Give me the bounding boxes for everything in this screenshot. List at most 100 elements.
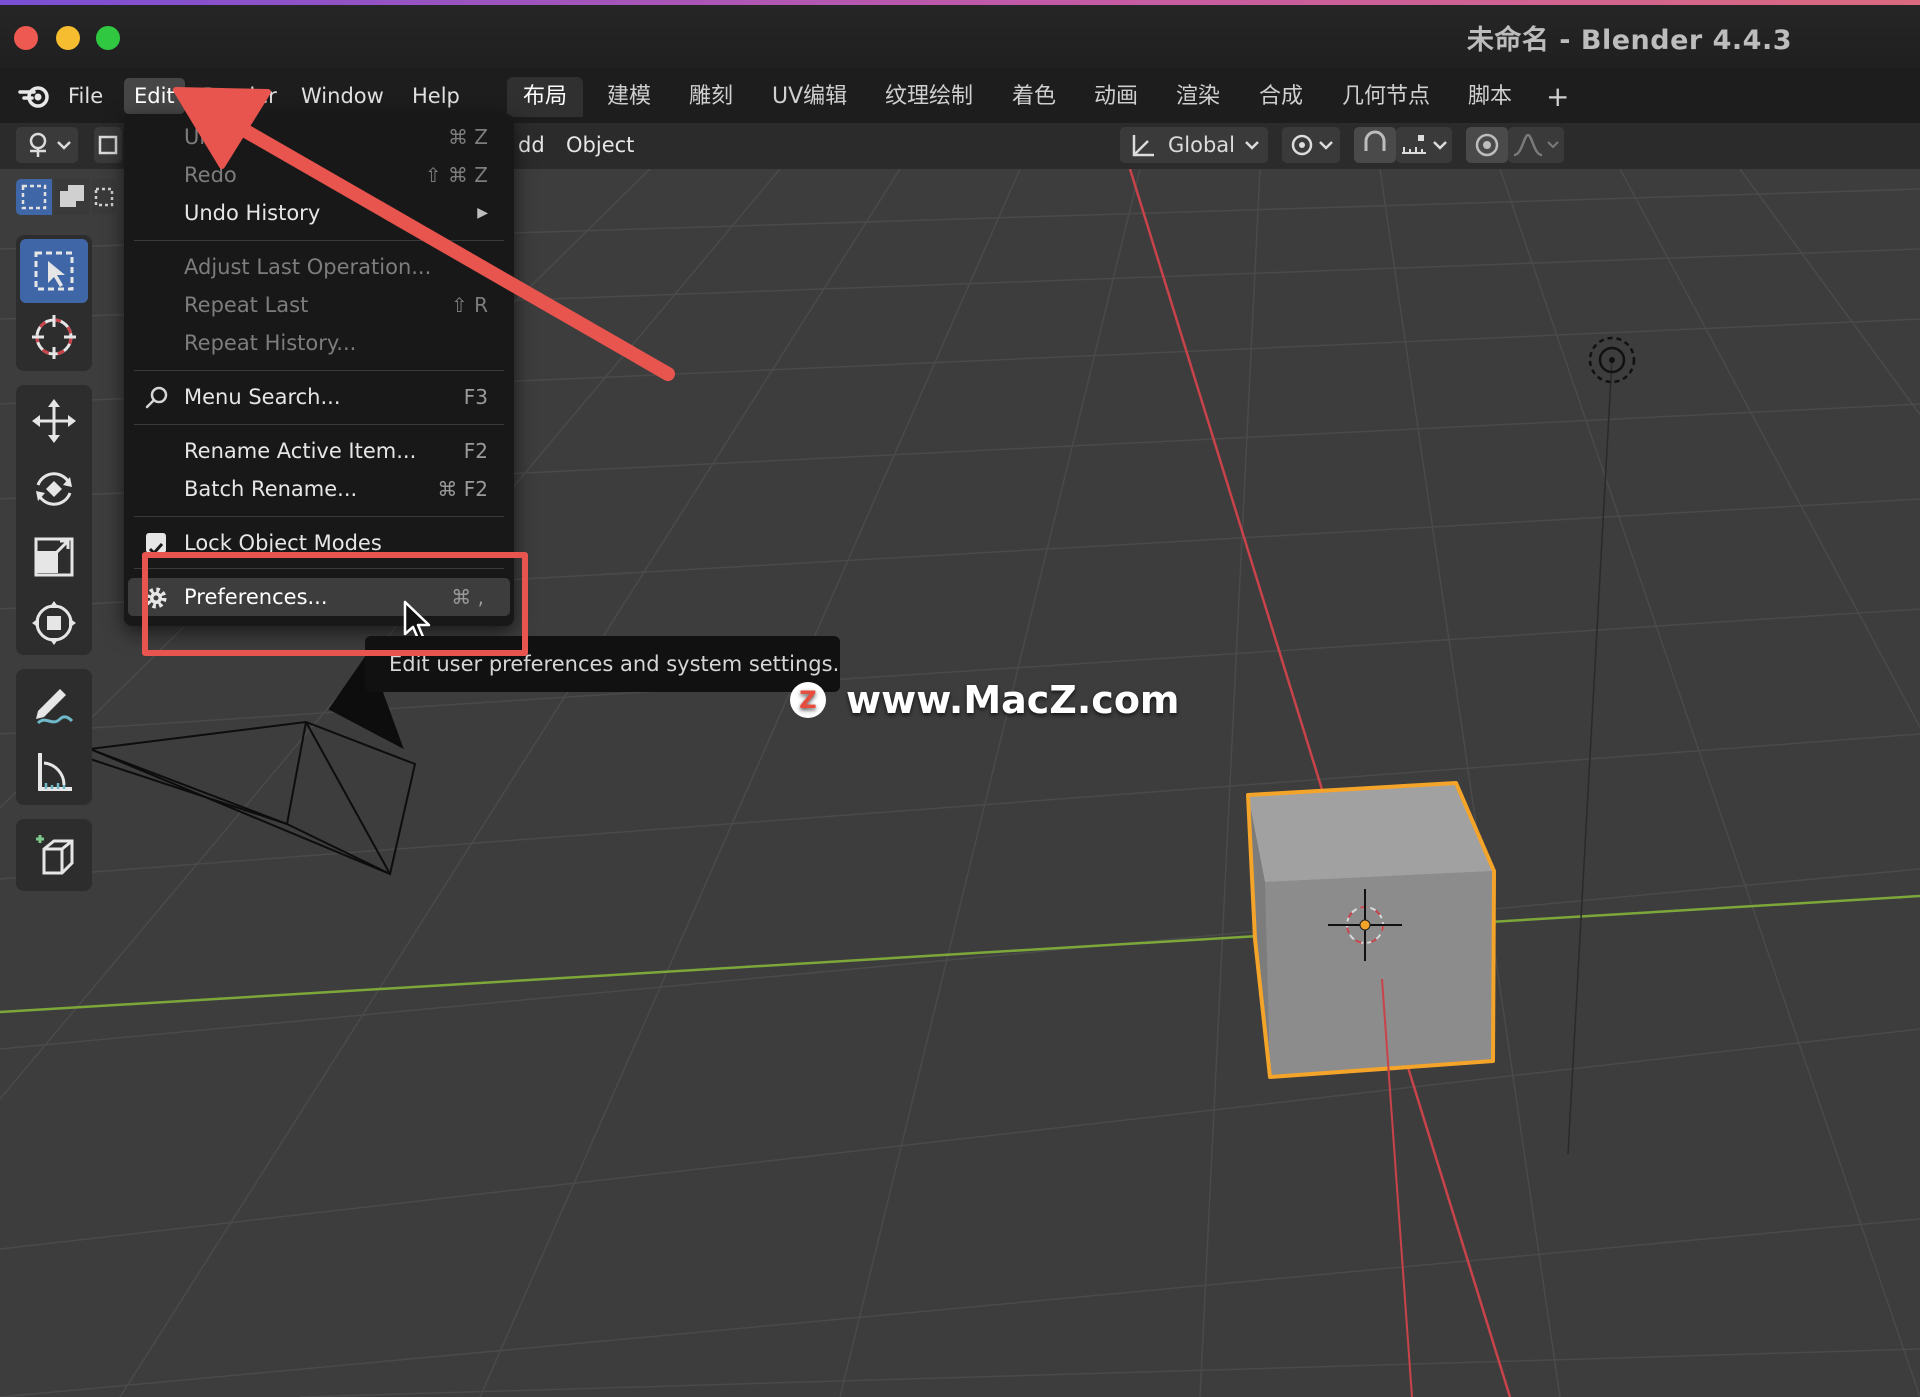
menu-file[interactable]: File [58, 78, 113, 114]
menu-help[interactable]: Help [402, 78, 470, 114]
menu-separator [134, 370, 504, 371]
move-tool[interactable] [20, 389, 88, 453]
pencil-icon [36, 689, 74, 725]
batch-rename-shortcut: ⌘ F2 [437, 477, 488, 501]
toolbar-group-transform [16, 385, 92, 655]
toolbar-group-annotate [16, 669, 92, 805]
transform-orientation-value: Global [1168, 133, 1235, 157]
tab-modeling[interactable]: 建模 [591, 77, 667, 117]
rotate-tool[interactable] [20, 457, 88, 521]
menu-search-shortcut: F3 [463, 385, 488, 409]
repeat-last-shortcut: ⇧ R [450, 293, 488, 317]
snap-increment-icon [1402, 135, 1447, 154]
proportional-falloff-dropdown[interactable] [1508, 127, 1564, 163]
menu-separator [134, 516, 504, 517]
pivot-point-dropdown[interactable] [1282, 127, 1340, 163]
select-mode-extend-button[interactable] [54, 179, 90, 215]
add-workspace-button[interactable]: + [1530, 77, 1585, 117]
minimize-window-button[interactable] [56, 26, 80, 50]
add-menu[interactable]: dd [518, 127, 545, 163]
menu-item-redo[interactable]: Redo ⇧ ⌘ Z [124, 156, 514, 194]
annotate-tool[interactable] [20, 673, 88, 737]
menu-item-adjust-last-operation[interactable]: Adjust Last Operation... [124, 248, 514, 286]
chevron-down-icon [1245, 141, 1259, 150]
editor-type-selector[interactable] [16, 127, 78, 163]
blender-logo-icon[interactable] [16, 80, 56, 112]
adjust-last-operation-label: Adjust Last Operation... [184, 255, 432, 279]
tab-geometry-nodes[interactable]: 几何节点 [1326, 77, 1446, 117]
rename-active-item-label: Rename Active Item... [184, 439, 417, 463]
pivot-icon [1291, 134, 1333, 156]
watermark-logo: Z [790, 682, 826, 718]
falloff-curve-icon [1513, 133, 1559, 157]
menu-item-undo-history[interactable]: Undo History ▶ [124, 194, 514, 232]
snap-target-dropdown[interactable] [1396, 127, 1452, 163]
select-box-icon [34, 251, 74, 291]
rotate-icon [36, 472, 72, 506]
zoom-window-button[interactable] [96, 26, 120, 50]
menu-item-repeat-history[interactable]: Repeat History... [124, 324, 514, 362]
watermark-text: www.MacZ.com [846, 678, 1180, 722]
add-cube-tool[interactable] [20, 823, 88, 887]
undo-history-label: Undo History [184, 201, 321, 225]
edit-dropdown-menu: Undo ⌘ Z Redo ⇧ ⌘ Z Undo History ▶ Adjus… [124, 114, 514, 626]
add-cube-icon [36, 835, 74, 875]
mode-selector[interactable] [94, 127, 122, 163]
menu-item-menu-search[interactable]: Menu Search... F3 [124, 378, 514, 416]
transform-tool[interactable] [20, 591, 88, 655]
proportional-icon [1475, 133, 1499, 157]
window-title: 未命名 - Blender 4.4.3 [1466, 25, 1792, 56]
magnet-icon [1364, 130, 1386, 151]
cursor-tool[interactable] [20, 305, 88, 369]
object-menu[interactable]: Object [566, 127, 634, 163]
tab-sculpting[interactable]: 雕刻 [673, 77, 749, 117]
select-mode-subtract-button[interactable] [92, 179, 116, 215]
orientation-axes-icon [1132, 135, 1154, 157]
menu-item-batch-rename[interactable]: Batch Rename... ⌘ F2 [124, 470, 514, 508]
redo-shortcut: ⇧ ⌘ Z [424, 163, 488, 187]
repeat-last-label: Repeat Last [184, 293, 309, 317]
repeat-history-label: Repeat History... [184, 331, 357, 355]
menu-window[interactable]: Window [291, 78, 394, 114]
undo-label: Undo [184, 125, 239, 149]
annotation-highlight-box [142, 552, 528, 656]
menu-separator [134, 424, 504, 425]
snap-toggle[interactable] [1354, 127, 1396, 163]
tab-scripting[interactable]: 脚本 [1452, 77, 1528, 117]
batch-rename-label: Batch Rename... [184, 477, 358, 501]
watermark: Z www.MacZ.com [790, 672, 1180, 728]
scale-icon [34, 537, 74, 577]
select-mode-group [16, 179, 126, 215]
redo-label: Redo [184, 163, 237, 187]
menu-separator [134, 240, 504, 241]
tab-compositing[interactable]: 合成 [1243, 77, 1319, 117]
close-window-button[interactable] [14, 26, 38, 50]
tab-layout[interactable]: 布局 [507, 77, 584, 117]
tab-uv-editing[interactable]: UV编辑 [756, 77, 863, 117]
rename-active-item-shortcut: F2 [463, 439, 488, 463]
tab-texture-paint[interactable]: 纹理绘制 [869, 77, 989, 117]
tab-animation[interactable]: 动画 [1078, 77, 1154, 117]
transform-icon [32, 601, 76, 645]
measure-tool[interactable] [20, 739, 88, 803]
menu-render[interactable]: Render [192, 78, 287, 114]
ruler-icon [38, 753, 72, 791]
scale-tool[interactable] [20, 525, 88, 589]
menu-item-repeat-last[interactable]: Repeat Last ⇧ R [124, 286, 514, 324]
title-bar: 未命名 - Blender 4.4.3 [0, 0, 1920, 74]
tab-rendering[interactable]: 渲染 [1160, 77, 1236, 117]
undo-shortcut: ⌘ Z [447, 125, 488, 149]
search-icon [145, 386, 168, 409]
transform-orientation-dropdown[interactable]: Global [1120, 127, 1268, 163]
tab-shading[interactable]: 着色 [996, 77, 1072, 117]
lock-object-modes-checkbox[interactable] [146, 533, 166, 556]
select-box-tool[interactable] [20, 239, 88, 303]
menu-edit[interactable]: Edit [124, 78, 185, 114]
menu-search-label: Menu Search... [184, 385, 341, 409]
toolbar-group-select [16, 235, 92, 371]
select-mode-new-button[interactable] [16, 179, 52, 215]
title-accent-line [0, 0, 1920, 5]
menu-item-undo[interactable]: Undo ⌘ Z [124, 118, 514, 156]
proportional-editing-toggle[interactable] [1466, 127, 1508, 163]
menu-item-rename-active-item[interactable]: Rename Active Item... F2 [124, 432, 514, 470]
